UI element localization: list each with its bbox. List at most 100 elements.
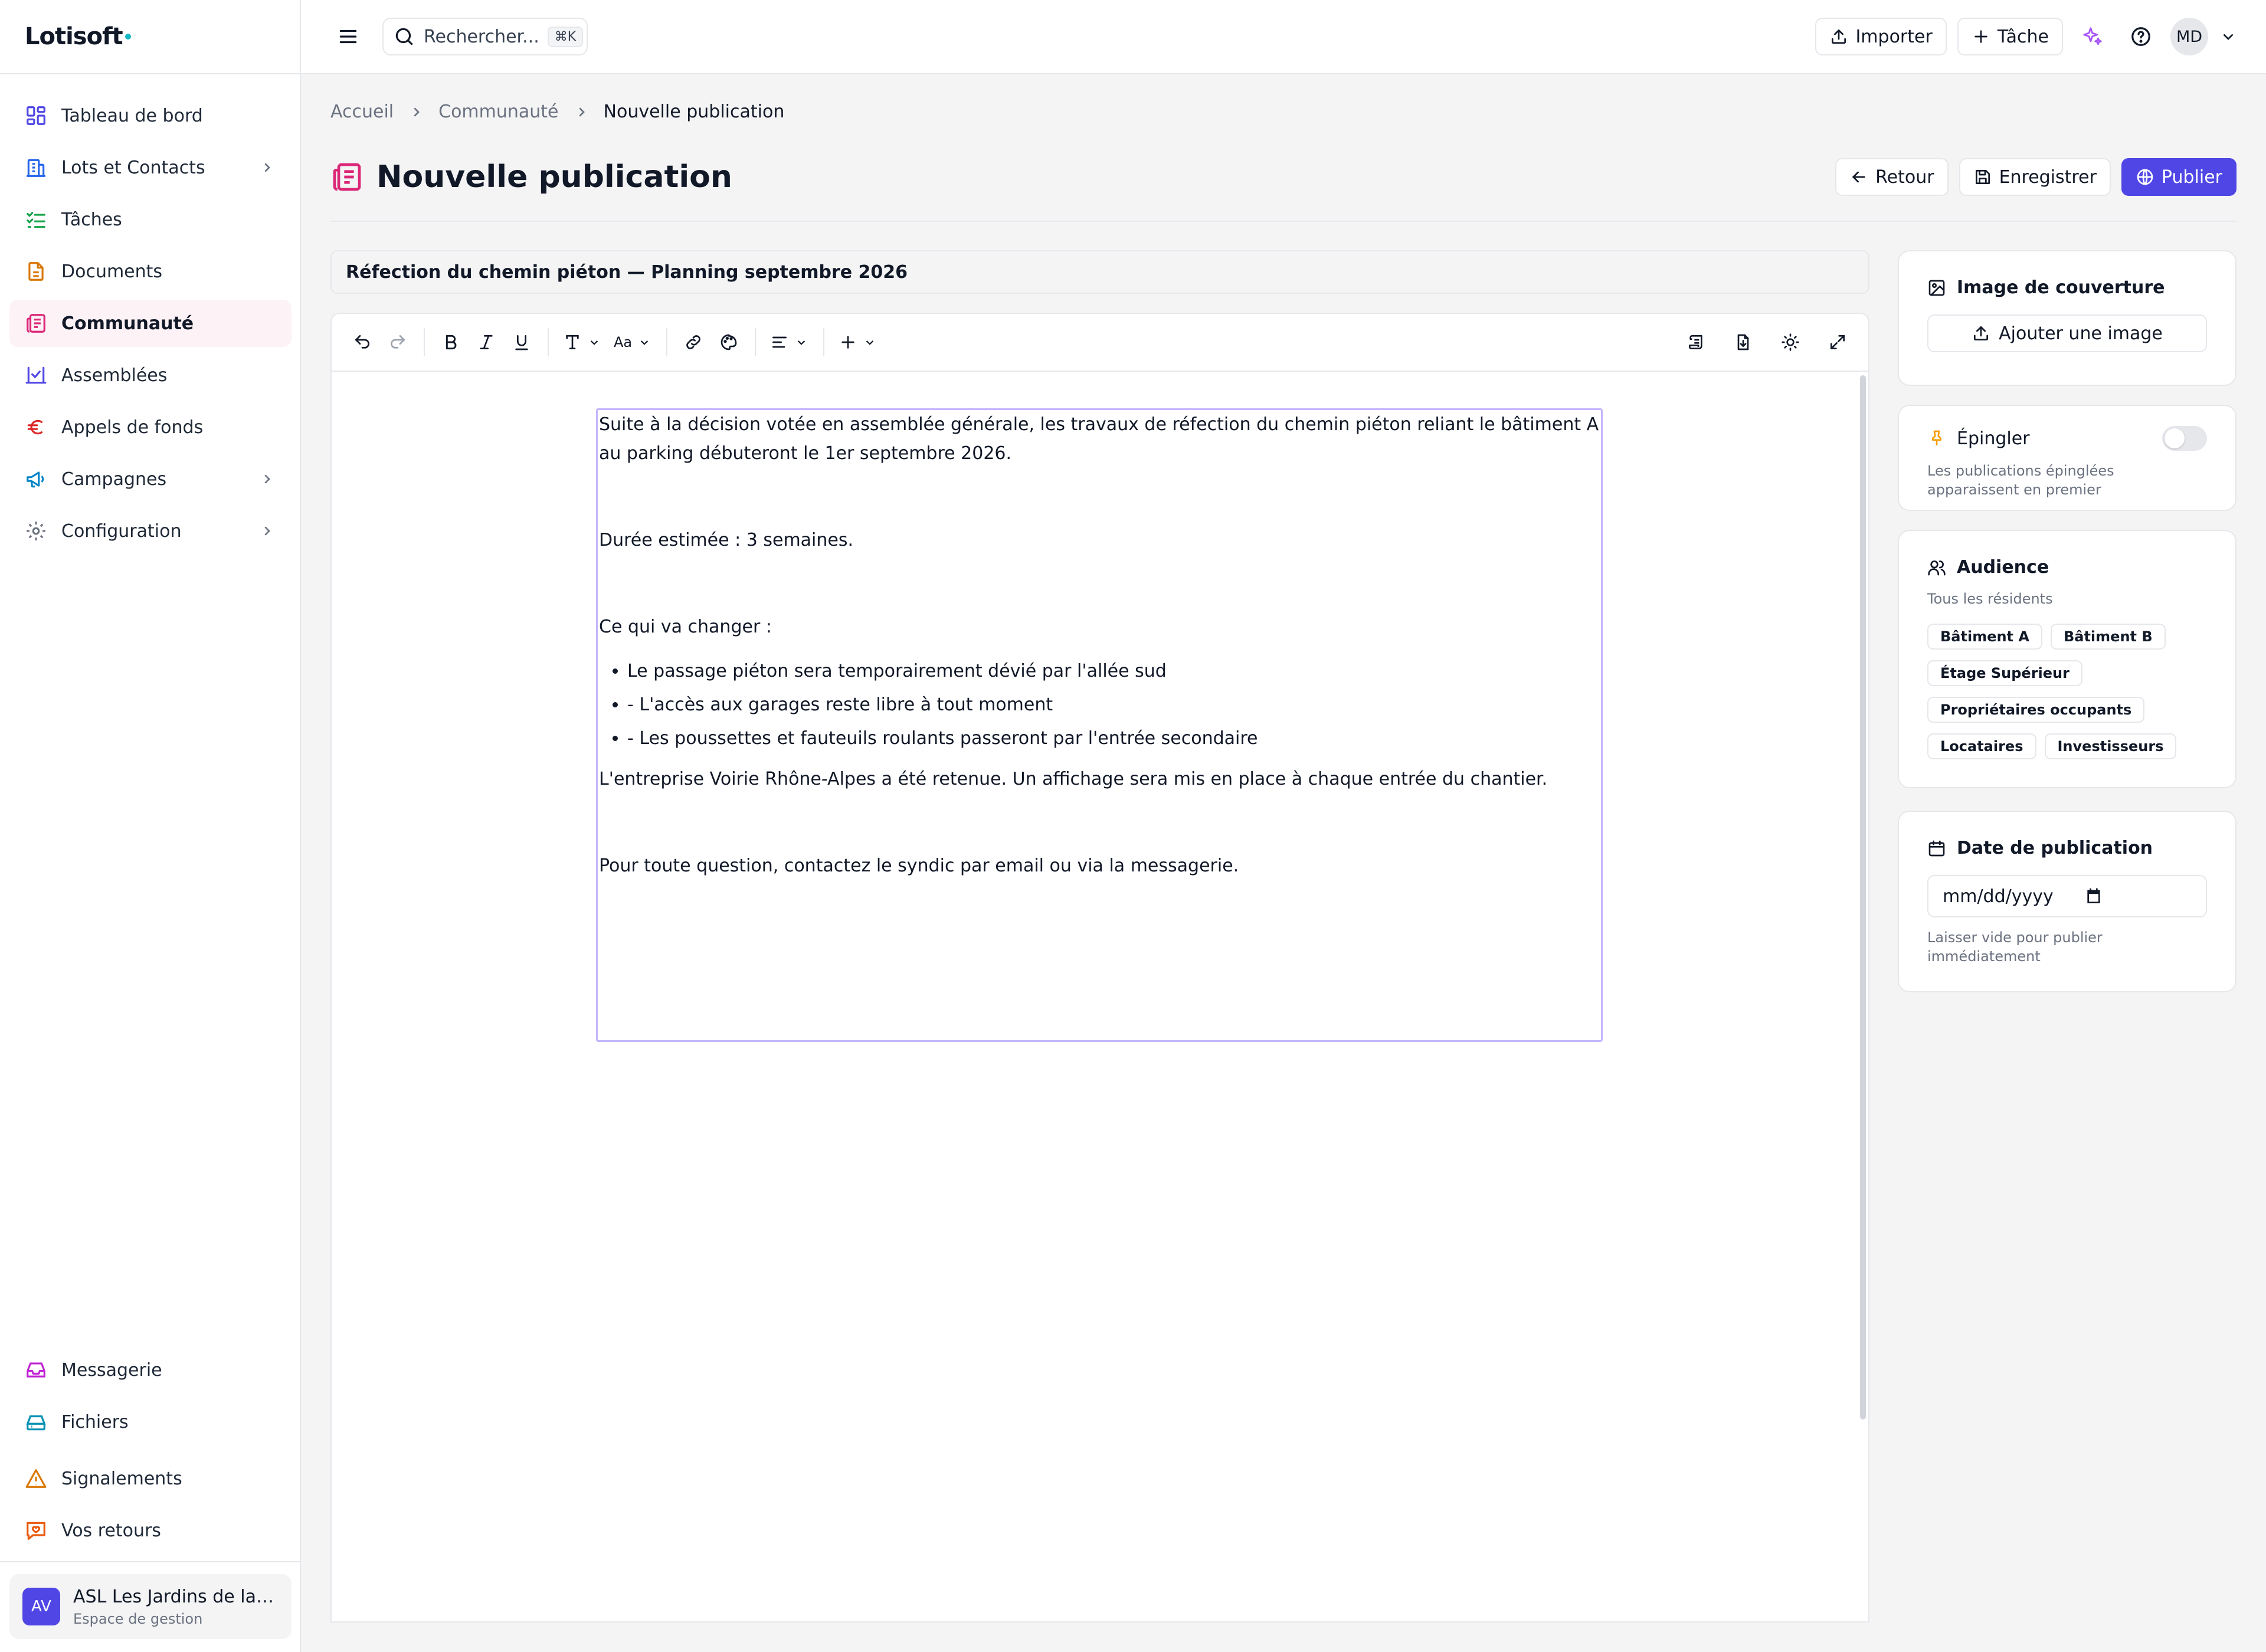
sidebar-item-appels-de-fonds[interactable]: Appels de fonds [9, 404, 292, 451]
gear-icon [27, 522, 45, 540]
calendar-picker-icon[interactable] [2084, 887, 2103, 906]
editor-toolbar: Aa [332, 314, 1868, 372]
empty-line [599, 555, 1600, 612]
publish-label: Publier [2161, 166, 2222, 188]
redo-button[interactable] [380, 324, 415, 360]
font-size-label: Aa [614, 334, 633, 350]
audience-chip[interactable]: Investisseurs [2044, 733, 2177, 759]
date-help-text: Laisser vide pour publier immédiatement [1927, 929, 2103, 965]
audience-chip[interactable]: Bâtiment A [1927, 624, 2042, 650]
upload-icon [1832, 30, 1846, 44]
sidebar-item-fichiers[interactable]: Fichiers [9, 1398, 292, 1446]
sidebar-item-configuration[interactable]: Configuration [9, 507, 292, 555]
import-document-button[interactable] [1725, 324, 1761, 360]
audience-chip[interactable]: Bâtiment B [2050, 624, 2166, 650]
sidebar-item-signalements[interactable]: Signalements [9, 1455, 292, 1502]
chevron-right-icon [414, 107, 420, 117]
font-size-dropdown[interactable]: Aa [608, 324, 658, 360]
chevron-down-icon [590, 340, 598, 345]
globe-icon [2137, 169, 2153, 185]
sidebar-item-messagerie[interactable]: Messagerie [9, 1346, 292, 1394]
fullscreen-button[interactable] [1820, 324, 1855, 360]
building-icon [27, 159, 45, 177]
sidebar-item-assemblees[interactable]: Assemblées [9, 352, 292, 399]
chevron-down-icon [640, 340, 649, 345]
org-name: ASL Les Jardins de la ... [73, 1586, 274, 1607]
search-input[interactable]: Rechercher... ⌘K [382, 18, 588, 55]
logo[interactable]: Lotisoft [25, 23, 123, 50]
org-subtitle: Espace de gestion [73, 1610, 203, 1627]
date-title: Date de publication [1957, 838, 2153, 858]
search-icon [395, 28, 413, 45]
main-nav: Tableau de bord Lots et Contacts Tâches … [9, 92, 292, 559]
add-image-button[interactable]: Ajouter une image [1927, 314, 2207, 352]
italic-button[interactable] [469, 324, 504, 360]
new-task-button[interactable]: Tâche [1957, 18, 2063, 55]
upload-icon [1974, 326, 1989, 340]
editor-document[interactable]: Suite à la décision votée en assemblée g… [596, 408, 1603, 1042]
breadcrumb-home[interactable]: Accueil [330, 101, 394, 122]
palette-icon [721, 334, 737, 350]
sidebar-item-documents[interactable]: Documents [9, 248, 292, 295]
undo-button[interactable] [345, 324, 380, 360]
audience-chip[interactable]: Étage Supérieur [1927, 660, 2082, 686]
text-style-dropdown[interactable] [557, 324, 608, 360]
insert-dropdown[interactable] [833, 324, 883, 360]
publication-date-input[interactable]: mm/dd/yyyy [1927, 875, 2207, 917]
align-dropdown[interactable] [764, 324, 815, 360]
undo-icon [355, 335, 369, 349]
templates-button[interactable] [1678, 324, 1714, 360]
sidebar-item-label: Messagerie [61, 1359, 162, 1381]
publication-title-input[interactable]: Réfection du chemin piéton — Planning se… [330, 250, 1869, 294]
user-avatar[interactable]: MD [2170, 18, 2208, 55]
document-icon [28, 262, 44, 281]
audience-chip[interactable]: Propriétaires occupants [1927, 697, 2145, 723]
audience-chip[interactable]: Locataires [1927, 733, 2036, 759]
breadcrumb-communaute[interactable]: Communauté [438, 101, 558, 122]
sidebar-item-taches[interactable]: Tâches [9, 196, 292, 243]
back-button[interactable]: Retour [1835, 158, 1949, 196]
sidebar-item-vos-retours[interactable]: Vos retours [9, 1507, 292, 1554]
inbox-icon [27, 1362, 45, 1378]
color-button[interactable] [711, 324, 746, 360]
audience-chips: Bâtiment A Bâtiment B Étage Supérieur Pr… [1927, 624, 2207, 759]
plus-icon [841, 336, 854, 349]
theme-button[interactable] [1773, 324, 1808, 360]
list-item: - Les poussettes et fauteuils roulants p… [627, 722, 1600, 755]
save-button[interactable]: Enregistrer [1959, 158, 2111, 196]
content-paragraph: L'entreprise Voirie Rhône-Alpes a été re… [599, 769, 1548, 789]
sidebar: Tableau de bord Lots et Contacts Tâches … [0, 74, 301, 1652]
organization-switcher[interactable]: AV ASL Les Jardins de la ... Espace de g… [9, 1574, 292, 1639]
import-button[interactable]: Importer [1815, 18, 1947, 55]
sidebar-item-campagnes[interactable]: Campagnes [9, 455, 292, 503]
toolbar-separator [823, 328, 825, 356]
editor-scrollbar[interactable] [1860, 375, 1866, 1420]
publish-button[interactable]: Publier [2121, 158, 2236, 196]
align-left-icon [772, 336, 787, 348]
chevron-right-icon [578, 107, 585, 117]
sidebar-item-label: Vos retours [61, 1520, 161, 1541]
ai-assistant-button[interactable] [2074, 18, 2111, 55]
sidebar-item-communaute[interactable]: Communauté [9, 300, 292, 347]
audience-card: Audience Tous les résidents Bâtiment A B… [1898, 530, 2236, 788]
arrow-left-icon [1852, 171, 1865, 183]
users-icon [1928, 560, 1946, 575]
bold-button[interactable] [433, 324, 469, 360]
publication-date-card: Date de publication mm/dd/yyyy Laisser v… [1898, 811, 2236, 992]
cover-title: Image de couverture [1957, 277, 2165, 298]
underline-button[interactable] [504, 324, 539, 360]
sidebar-item-dashboard[interactable]: Tableau de bord [9, 92, 292, 139]
sidebar-item-label: Tâches [61, 209, 122, 230]
help-button[interactable] [2122, 18, 2160, 55]
chevron-down-icon[interactable] [2219, 27, 2238, 46]
sidebar-item-lots-contacts[interactable]: Lots et Contacts [9, 144, 292, 191]
bold-icon [446, 335, 457, 350]
menu-toggle-button[interactable] [332, 20, 365, 53]
sidebar-item-label: Fichiers [61, 1411, 129, 1433]
editor-canvas[interactable]: Suite à la décision votée en assemblée g… [332, 372, 1868, 1621]
link-button[interactable] [676, 324, 711, 360]
save-icon [1975, 170, 1990, 184]
expand-icon [1831, 335, 1845, 349]
pin-toggle[interactable] [2162, 426, 2207, 451]
hamburger-icon [339, 30, 357, 44]
